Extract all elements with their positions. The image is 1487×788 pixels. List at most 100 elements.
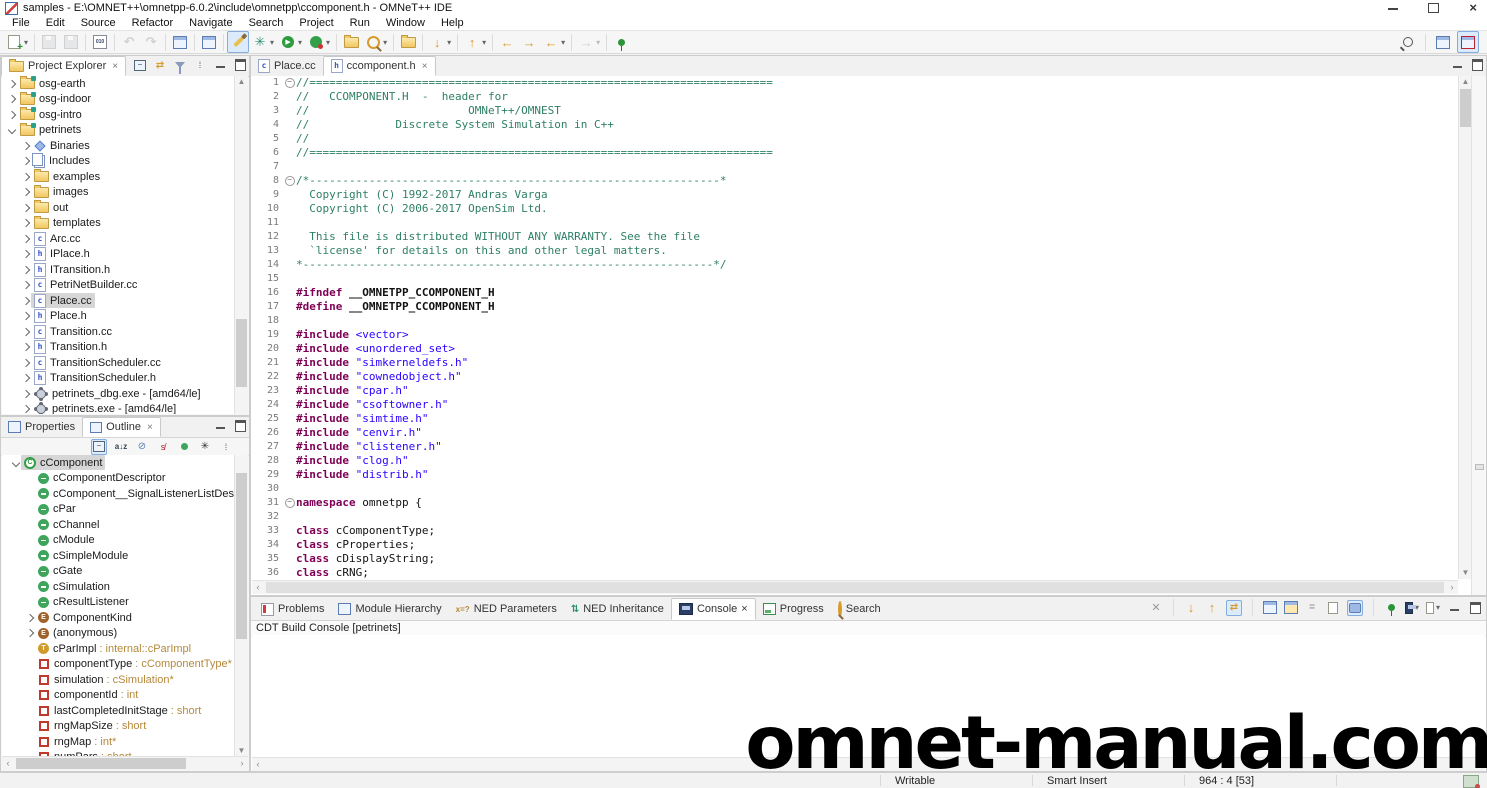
tree-item[interactable]: h Place.h — [2, 309, 235, 325]
close-tab-icon[interactable]: × — [112, 61, 118, 72]
scroll-thumb[interactable] — [1460, 89, 1471, 127]
scroll-thumb[interactable] — [16, 758, 186, 769]
minimize-view-icon[interactable] — [213, 419, 227, 433]
outline-item-body[interactable]: cSimpleModule — [35, 548, 131, 563]
tree-item[interactable]: out — [2, 200, 235, 216]
expand-arrow-icon[interactable] — [20, 281, 31, 290]
tree-item[interactable]: petrinets_dbg.exe - [amd64/le] — [2, 386, 235, 402]
remove-launch-icon[interactable] — [1326, 601, 1340, 615]
outline-item[interactable]: rngMap : int* — [2, 734, 235, 750]
console-tab-ned-parameters[interactable]: x=? NED Parameters — [449, 598, 564, 620]
scroll-thumb[interactable] — [236, 473, 247, 640]
expand-arrow-icon[interactable] — [20, 219, 31, 228]
scroll-up-arrow[interactable]: ▲ — [235, 76, 248, 88]
outline-item-body[interactable]: cModule — [35, 533, 98, 548]
outline-item[interactable]: cComponentDescriptor — [2, 471, 235, 487]
link-console-icon[interactable]: ⇄ — [1226, 599, 1242, 616]
terminate-icon[interactable]: ✕ — [1149, 601, 1163, 615]
profile-button[interactable]: ▾ — [305, 31, 333, 53]
outline-item[interactable]: lastCompletedInitStage : short — [2, 703, 235, 719]
scroll-left-arrow[interactable]: ‹ — [252, 758, 264, 771]
undo-button[interactable]: ↶ — [118, 31, 140, 53]
open-log-icon[interactable] — [1263, 601, 1277, 615]
lock-scroll-icon[interactable] — [1284, 601, 1298, 615]
editor-scrollbar[interactable]: ▲ ▼ — [1458, 76, 1472, 579]
tree-item[interactable]: c TransitionScheduler.cc — [2, 355, 235, 371]
explorer-scrollbar[interactable]: ▲ — [234, 76, 248, 414]
close-button[interactable]: × — [1469, 1, 1477, 14]
outline-item-body[interactable]: lastCompletedInitStage — [35, 703, 171, 718]
run-button[interactable]: ▶ ▾ — [277, 31, 305, 53]
tree-item-body[interactable]: templates — [31, 215, 104, 231]
expand-arrow-icon[interactable] — [20, 389, 31, 398]
expand-arrow-icon[interactable] — [20, 250, 31, 259]
menu-file[interactable]: File — [4, 17, 38, 29]
outline-item-body[interactable]: cGate — [35, 564, 85, 579]
outline-item-body[interactable]: rngMapSize — [35, 719, 116, 734]
expand-arrow-icon[interactable] — [20, 358, 31, 367]
tree-item[interactable]: petrinets — [2, 122, 235, 139]
expand-arrow-icon[interactable] — [24, 613, 35, 622]
outline-item-body[interactable]: cComponent__SignalListenerListDescr — [35, 486, 235, 501]
pin-editor-button[interactable] — [610, 31, 632, 53]
maximize-view-icon[interactable] — [233, 58, 247, 72]
cpp-perspective-button[interactable] — [1457, 31, 1479, 53]
scroll-right-arrow[interactable]: › — [1446, 581, 1458, 594]
menu-project[interactable]: Project — [291, 17, 341, 29]
clear-console-icon[interactable]: = — [1305, 601, 1319, 615]
tab-properties[interactable]: Properties — [1, 417, 82, 437]
tree-item-body[interactable]: h TransitionScheduler.h — [31, 371, 159, 386]
menu-help[interactable]: Help — [433, 17, 472, 29]
project-explorer-tree[interactable]: osg-earth osg-indoor osg-intro petrinets Bin… — [2, 76, 235, 414]
tree-item-body[interactable]: h Place.h — [31, 309, 90, 324]
outline-item-body[interactable]: E ComponentKind — [35, 610, 135, 625]
tab-project-explorer[interactable]: Project Explorer × — [1, 56, 127, 76]
external-search-button[interactable]: ▾ — [362, 31, 390, 53]
outline-item[interactable]: cSimulation — [2, 579, 235, 595]
console-tab-problems[interactable]: Problems — [254, 598, 331, 620]
filters-icon[interactable]: ✳ — [198, 440, 212, 454]
tree-item[interactable]: h Transition.h — [2, 340, 235, 356]
overview-ruler[interactable] — [1471, 76, 1486, 595]
tree-item[interactable]: Includes — [2, 152, 235, 170]
tab-outline[interactable]: Outline × — [82, 417, 161, 437]
expand-arrow-icon[interactable] — [20, 234, 31, 243]
tree-item-body[interactable]: petrinets — [17, 122, 84, 138]
outline-item[interactable]: cResultListener — [2, 595, 235, 611]
open-resource-button[interactable] — [397, 31, 419, 53]
pin-console-icon[interactable] — [1384, 601, 1398, 616]
expand-arrow-icon[interactable] — [20, 172, 31, 181]
outline-scrollbar[interactable]: ▼ — [234, 455, 248, 757]
expand-arrow-icon[interactable] — [20, 374, 31, 383]
tree-item-body[interactable]: osg-intro — [17, 107, 85, 122]
outline-item-body[interactable]: E (anonymous) — [35, 626, 120, 641]
view-menu-icon[interactable]: ⁞ — [193, 58, 207, 72]
outline-item[interactable]: cComponent__SignalListenerListDescr — [2, 486, 235, 502]
menu-run[interactable]: Run — [342, 17, 378, 29]
tree-item[interactable]: osg-intro — [2, 107, 235, 123]
save-all-button[interactable] — [60, 31, 82, 53]
new-source-file-button[interactable] — [169, 31, 191, 53]
link-with-editor-icon[interactable]: ⇄ — [153, 58, 167, 72]
console-tab-console[interactable]: Console × — [670, 598, 756, 620]
outline-item-body[interactable]: cPar — [35, 502, 79, 517]
format-brush-button[interactable] — [227, 31, 250, 53]
close-tab-icon[interactable]: × — [422, 61, 428, 72]
expand-arrow-icon[interactable] — [20, 405, 31, 414]
debug-button[interactable]: ✳ ▾ — [249, 31, 277, 53]
tree-item-body[interactable]: examples — [31, 169, 103, 184]
scroll-left-arrow[interactable]: ‹ — [2, 757, 14, 770]
fold-column[interactable]: − — [283, 78, 296, 88]
expand-arrow-icon[interactable] — [6, 79, 17, 88]
scroll-up-icon[interactable]: ↑ — [1205, 600, 1219, 615]
outline-item[interactable]: cGate — [2, 564, 235, 580]
close-tab-icon[interactable]: × — [147, 422, 153, 433]
forward-history-button[interactable]: → ▾ — [575, 31, 603, 53]
hide-fields-icon[interactable]: ⊘ — [135, 440, 149, 454]
expand-arrow-icon[interactable] — [20, 296, 31, 305]
hide-static-icon[interactable]: s̸ — [156, 440, 170, 454]
outline-item[interactable]: componentId : int — [2, 688, 235, 704]
previous-edit-location-button[interactable]: ↑ ▾ — [461, 31, 489, 53]
outline-item[interactable]: CcComponent — [2, 455, 235, 471]
expand-arrow-icon[interactable] — [20, 157, 31, 166]
